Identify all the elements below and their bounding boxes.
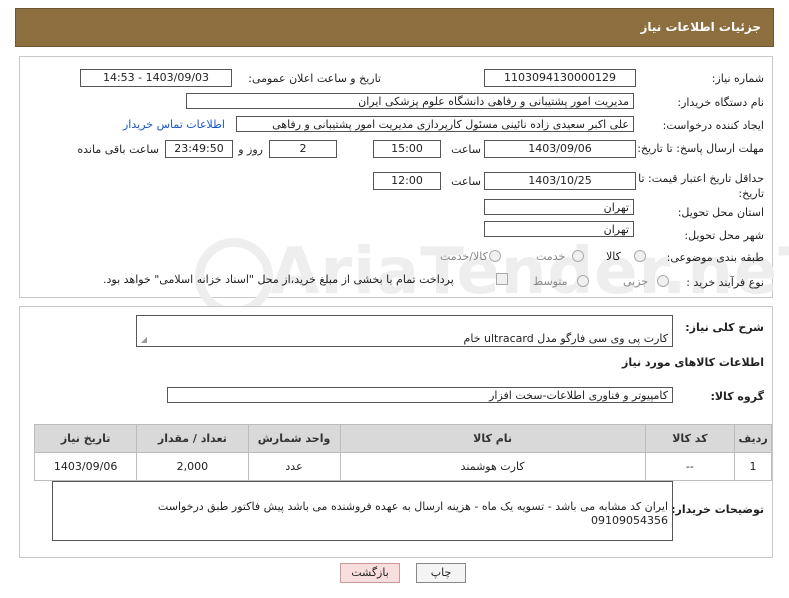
category-goods-label: کالا	[606, 250, 621, 263]
purchase-partial-label: جزیی	[623, 275, 649, 288]
purchase-medium-radio[interactable]	[577, 275, 589, 287]
cell-date: 1403/09/06	[33, 452, 138, 481]
province-label: استان محل تحویل:	[677, 206, 764, 219]
category-goods-radio[interactable]	[634, 250, 646, 262]
remaining-time-label: ساعت باقی مانده	[77, 143, 159, 156]
col-header-qty: تعداد / مقدار	[136, 424, 249, 453]
city-value: تهران	[484, 221, 634, 237]
summary-label: شرح کلی نیاز:	[685, 321, 764, 334]
buyer-org-value: مدیریت امور پشتیبانی و رفاهی دانشگاه علو…	[186, 93, 634, 109]
goods-table-wrapper: ردیف کد کالا نام کالا واحد شمارش تعداد /…	[33, 424, 772, 481]
page-title: جزئیات اطلاعات نیاز	[640, 20, 761, 34]
category-label: طبقه بندی موضوعی:	[666, 251, 764, 264]
price-validity-time: 12:00	[373, 172, 441, 190]
table-row: 1 -- کارت هوشمند عدد 2,000 1403/09/06	[33, 452, 772, 481]
print-button[interactable]: چاپ	[416, 563, 466, 583]
purchase-type-label: نوع فرآیند خرید :	[686, 276, 764, 289]
treasury-note: پرداخت تمام یا بخشی از مبلغ خرید،از محل …	[103, 273, 454, 286]
purchase-medium-label: متوسط	[533, 275, 568, 288]
resize-handle-icon[interactable]: ◢	[139, 336, 147, 344]
summary-textarea[interactable]: کارت پی وی سی فارگو مدل ultracard خام ◢	[136, 315, 673, 347]
announce-datetime-value: 1403/09/03 - 14:53	[80, 69, 232, 87]
reply-deadline-time: 15:00	[373, 140, 441, 158]
reply-days-value: 2	[269, 140, 337, 158]
price-validity-time-label: ساعت	[451, 175, 481, 188]
page-header: جزئیات اطلاعات نیاز	[15, 8, 774, 47]
announce-datetime-label: تاریخ و ساعت اعلان عمومی:	[248, 72, 381, 85]
cell-unit: عدد	[247, 452, 341, 481]
reply-time-label: ساعت	[451, 143, 481, 156]
buyer-notes-label: توضیحات خریدار:	[671, 503, 764, 516]
province-value: تهران	[484, 199, 634, 215]
category-both-radio[interactable]	[489, 250, 501, 262]
category-service-radio[interactable]	[572, 250, 584, 262]
price-validity-date: 1403/10/25	[484, 172, 636, 190]
need-number-value: 1103094130000129	[484, 69, 636, 87]
city-label: شهر محل تحویل:	[684, 229, 764, 242]
goods-group-label: گروه کالا:	[710, 390, 764, 403]
requester-label: ایجاد کننده درخواست:	[662, 119, 764, 132]
cell-name: کارت هوشمند	[339, 452, 646, 481]
reply-deadline-date: 1403/09/06	[484, 140, 636, 158]
col-header-unit: واحد شمارش	[247, 424, 341, 453]
treasury-checkbox[interactable]	[496, 273, 508, 285]
cell-row: 1	[734, 452, 772, 481]
goods-table-header: ردیف کد کالا نام کالا واحد شمارش تعداد /…	[33, 424, 772, 453]
col-header-row: ردیف	[734, 424, 772, 453]
col-header-date: تاریخ نیاز	[33, 424, 138, 453]
goods-table: ردیف کد کالا نام کالا واحد شمارش تعداد /…	[33, 424, 772, 481]
purchase-partial-radio[interactable]	[657, 275, 669, 287]
cell-code: --	[644, 452, 736, 481]
category-both-label: کالا/خدمت	[440, 250, 488, 263]
buyer-contact-link[interactable]: اطلاعات تماس خریدار	[123, 118, 225, 131]
watermark: AriaTender.neT	[270, 235, 789, 309]
remaining-time-value: 23:49:50	[165, 140, 233, 158]
cell-qty: 2,000	[136, 452, 249, 481]
goods-group-value: کامپیوتر و فناوری اطلاعات-سخت افزار	[167, 387, 673, 403]
category-service-label: خدمت	[536, 250, 566, 263]
buyer-org-label: نام دستگاه خریدار:	[677, 96, 764, 109]
price-validity-label: حداقل تاریخ اعتبار قیمت: تا تاریخ:	[638, 172, 764, 200]
reply-deadline-label: مهلت ارسال پاسخ: تا تاریخ:	[637, 142, 764, 155]
need-number-label: شماره نیاز:	[711, 72, 764, 85]
requester-value: علی اکبر سعیدی زاده نائینی مسئول کارپردا…	[236, 116, 634, 132]
back-button[interactable]: بازگشت	[340, 563, 400, 583]
col-header-code: کد کالا	[644, 424, 736, 453]
goods-section-title: اطلاعات کالاهای مورد نیاز	[622, 356, 764, 369]
col-header-name: نام کالا	[339, 424, 646, 453]
reply-days-label: روز و	[238, 143, 263, 156]
buyer-notes-textarea[interactable]: ایران کد مشابه می باشد - تسویه یک ماه - …	[52, 481, 673, 541]
